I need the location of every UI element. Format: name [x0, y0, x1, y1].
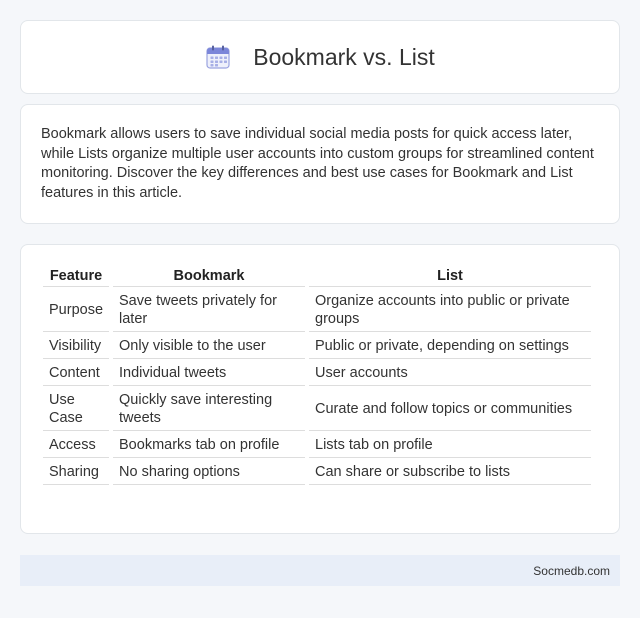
title-card: Bookmark vs. List	[20, 20, 620, 94]
table-row: Sharing No sharing options Can share or …	[43, 460, 591, 485]
comparison-card: Feature Bookmark List Purpose Save tweet…	[20, 244, 620, 534]
table-cell: Can share or subscribe to lists	[309, 460, 591, 485]
table-header-row: Feature Bookmark List	[43, 265, 591, 287]
table-cell: Visibility	[43, 334, 110, 359]
table-cell: No sharing options	[113, 460, 306, 485]
table-cell: Purpose	[43, 289, 110, 332]
page-title: Bookmark vs. List	[253, 43, 435, 70]
table-cell: Content	[43, 361, 110, 386]
table-cell: User accounts	[309, 361, 591, 386]
table-cell: Save tweets privately for later	[113, 289, 306, 332]
table-cell: Public or private, depending on settings	[309, 334, 591, 359]
table-cell: Organize accounts into public or private…	[309, 289, 591, 332]
table-row: Content Individual tweets User accounts	[43, 361, 591, 386]
table-cell: Only visible to the user	[113, 334, 306, 359]
intro-text: Bookmark allows users to save individual…	[41, 126, 594, 201]
table-cell: Bookmarks tab on profile	[113, 433, 306, 458]
table-cell: Quickly save interesting tweets	[113, 388, 306, 431]
table-cell: Sharing	[43, 460, 110, 485]
column-header-feature: Feature	[43, 265, 110, 287]
table-row: Use Case Quickly save interesting tweets…	[43, 388, 591, 431]
table-cell: Access	[43, 433, 110, 458]
table-cell: Use Case	[43, 388, 110, 431]
column-header-bookmark: Bookmark	[113, 265, 306, 287]
table-cell: Individual tweets	[113, 361, 306, 386]
table-row: Visibility Only visible to the user Publ…	[43, 334, 591, 359]
footer: Socmedb.com	[20, 555, 620, 586]
intro-card: Bookmark allows users to save individual…	[20, 104, 620, 224]
table-row: Purpose Save tweets privately for later …	[43, 289, 591, 332]
calendar-icon	[206, 45, 230, 69]
comparison-table: Feature Bookmark List Purpose Save tweet…	[39, 263, 595, 487]
table-cell: Curate and follow topics or communities	[309, 388, 591, 431]
column-header-list: List	[309, 265, 591, 287]
table-cell: Lists tab on profile	[309, 433, 591, 458]
table-row: Access Bookmarks tab on profile Lists ta…	[43, 433, 591, 458]
footer-site-link[interactable]: Socmedb.com	[533, 564, 610, 578]
